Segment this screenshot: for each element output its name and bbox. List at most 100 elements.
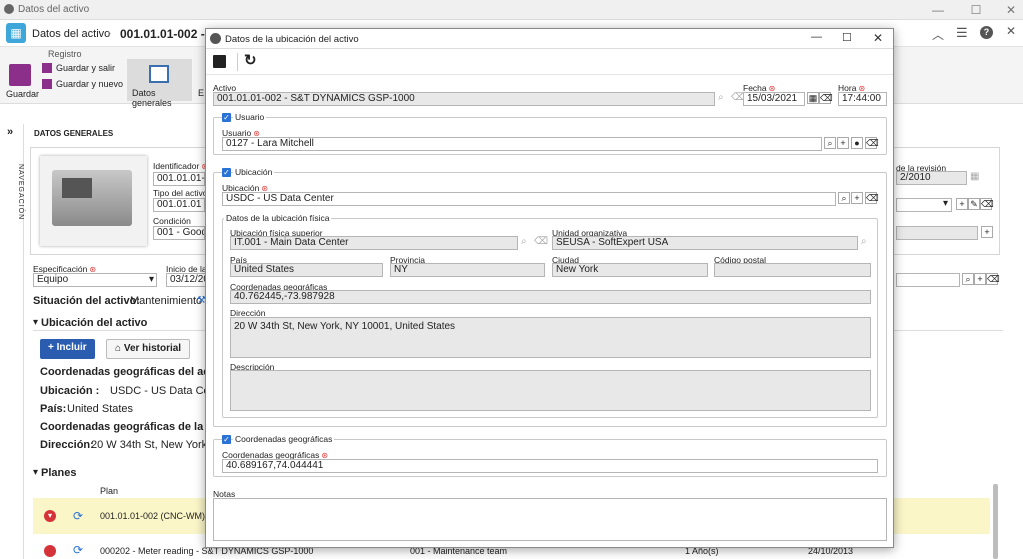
ubicacion-section-title[interactable]: Ubicación del activo: [41, 317, 147, 329]
app-globe-icon: [4, 4, 14, 14]
dialog-maximize-icon[interactable]: ☐: [842, 31, 852, 44]
unidad-field[interactable]: SEUSA - SoftExpert USA: [552, 236, 858, 250]
status-chevron-icon[interactable]: ▾: [44, 510, 56, 522]
ubicacion-search-icon[interactable]: ⌕: [838, 192, 850, 204]
activo-field[interactable]: 001.01.01-002 - S&T DYNAMICS GSP-1000: [213, 92, 715, 106]
cycle-icon: ⟳: [73, 543, 84, 557]
plus-icon: +: [48, 342, 57, 353]
hora-field[interactable]: 17:44:00: [838, 92, 887, 106]
dialog-minimize-icon[interactable]: —: [811, 31, 822, 43]
situacion-label: Situación del activo:: [33, 295, 140, 307]
ubicacion-checkbox[interactable]: ✓: [222, 168, 231, 177]
coords-field[interactable]: 40.762445,-73.987928: [230, 290, 871, 304]
inicio-field[interactable]: 03/12/20: [166, 273, 206, 287]
activo-search-icon[interactable]: ⌕: [718, 92, 724, 103]
notas-field[interactable]: [213, 498, 887, 541]
dialog-close-icon[interactable]: ✕: [873, 31, 883, 45]
direccion-field[interactable]: 20 W 34th St, New York, NY 10001, United…: [230, 317, 871, 358]
clear-lookup-icon[interactable]: ⌫: [986, 273, 1000, 285]
coord-activo-title: Coordenadas geográficas del activo: [40, 366, 229, 378]
usuario-field[interactable]: 0127 - Lara Mitchell: [222, 137, 822, 151]
form-icon: [149, 65, 169, 83]
superior-search-icon[interactable]: ⌕: [521, 236, 527, 247]
save-button[interactable]: Guardar: [6, 89, 39, 99]
usuario-search-icon[interactable]: ⌕: [824, 137, 836, 149]
superior-field[interactable]: IT.001 - Main Data Center: [230, 236, 518, 250]
expand-nav-icon[interactable]: »: [7, 126, 13, 138]
geo-checkbox[interactable]: ✓: [222, 435, 231, 444]
ubicacion-field[interactable]: USDC - US Data Center: [222, 192, 836, 206]
unidad-search-icon[interactable]: ⌕: [861, 236, 867, 247]
planes-title[interactable]: Planes: [41, 467, 76, 479]
usuario-clear-icon[interactable]: ⌫: [865, 137, 879, 149]
clear-broom-icon[interactable]: ⌫: [980, 198, 994, 210]
condicion-field[interactable]: 001 - Good: [153, 226, 205, 240]
home-icon: ⌂: [115, 343, 124, 354]
especificacion-chevron-icon[interactable]: ▾: [149, 274, 154, 285]
minimize-icon[interactable]: —: [930, 2, 946, 18]
planes-triangle-icon[interactable]: ▾: [33, 467, 38, 478]
add-condition-icon[interactable]: +: [981, 226, 993, 238]
geo-field[interactable]: 40.689167,74.044441: [222, 459, 878, 473]
close-panel-icon[interactable]: ✕: [1006, 24, 1016, 38]
save-icon[interactable]: [9, 64, 31, 86]
breadcrumb-asset-data[interactable]: Datos del activo: [32, 28, 110, 40]
save-new-button[interactable]: Guardar y nuevo: [56, 79, 123, 89]
os-title-bar: Datos del activo — ☐ ✕: [0, 0, 1023, 20]
ubicacion-add-icon[interactable]: +: [851, 192, 863, 204]
coord-ubic-title: Coordenadas geográficas de la ubic: [40, 421, 229, 433]
descripcion-field[interactable]: [230, 370, 871, 411]
machine-panel: [62, 178, 92, 198]
pais-field[interactable]: United States: [230, 263, 383, 277]
ver-historial-button[interactable]: ⌂ Ver historial: [106, 339, 191, 359]
close-icon[interactable]: ✕: [1003, 2, 1019, 18]
list-icon[interactable]: ☰: [956, 25, 968, 41]
especificacion-select[interactable]: Equipo: [33, 273, 157, 287]
dialog-title: Datos de la ubicación del activo: [225, 34, 359, 45]
help-icon[interactable]: ?: [980, 26, 993, 39]
incluir-button[interactable]: + Incluir: [40, 339, 95, 359]
scrollbar[interactable]: [993, 484, 998, 559]
general-data-tab[interactable]: Datos generales: [127, 59, 192, 108]
navigation-label: NAVEGACIÓN: [17, 164, 24, 221]
dialog-title-bar: Datos de la ubicación del activo — ☐ ✕: [206, 29, 893, 49]
status-chevron-icon[interactable]: [44, 545, 56, 557]
ciudad-field[interactable]: New York: [552, 263, 708, 277]
fecha-calendar-icon[interactable]: ▦: [807, 92, 819, 104]
situacion-value: Mantenimiento: [130, 295, 203, 307]
cycle-icon: ⟳: [73, 509, 84, 523]
save-exit-button[interactable]: Guardar y salir: [56, 63, 115, 73]
tipo-field[interactable]: 001.01.01 -: [153, 198, 205, 212]
collapse-triangle-icon[interactable]: ▾: [33, 317, 38, 328]
add-icon[interactable]: +: [956, 198, 968, 210]
save-close-icon[interactable]: [213, 55, 226, 68]
refresh-icon[interactable]: ↻: [244, 51, 257, 69]
usuario-add-icon[interactable]: +: [837, 137, 849, 149]
usuario-checkbox[interactable]: ✓: [222, 113, 231, 122]
search-icon[interactable]: ⌕: [962, 273, 974, 285]
navigation-strip[interactable]: » NAVEGACIÓN: [0, 124, 24, 559]
fecha-clear-icon[interactable]: ⌫: [819, 92, 833, 104]
toolbar-divider: [237, 53, 238, 71]
right-lookup-field[interactable]: [896, 273, 960, 287]
maximize-icon[interactable]: ☐: [968, 2, 984, 18]
add-lookup-icon[interactable]: +: [974, 273, 986, 285]
superior-clear-icon[interactable]: ⌫: [534, 236, 548, 247]
collapse-up-icon[interactable]: ︿: [932, 26, 944, 43]
edit-pencil-icon[interactable]: ✎: [968, 198, 980, 210]
revision-field[interactable]: 2/2010: [896, 171, 967, 185]
postal-field[interactable]: [714, 263, 871, 277]
save-new-icon: [42, 79, 52, 89]
calendar-icon[interactable]: ▦: [970, 171, 979, 182]
ubicacion-clear-icon[interactable]: ⌫: [865, 192, 879, 204]
dropdown-chevron-icon[interactable]: ▾: [943, 198, 948, 209]
location-dialog: Datos de la ubicación del activo — ☐ ✕ ↻…: [205, 28, 894, 548]
fecha-field[interactable]: 15/03/2021: [743, 92, 805, 106]
usuario-person-icon[interactable]: ●: [851, 137, 863, 149]
identificador-field[interactable]: 001.01.01-0: [153, 172, 205, 186]
pais-label: País:: [40, 403, 67, 415]
plan-column-header: Plan: [100, 486, 119, 496]
tipo-label: Tipo del activo: [153, 188, 208, 198]
condition-extra-field[interactable]: [896, 226, 978, 240]
provincia-field[interactable]: NY: [390, 263, 545, 277]
